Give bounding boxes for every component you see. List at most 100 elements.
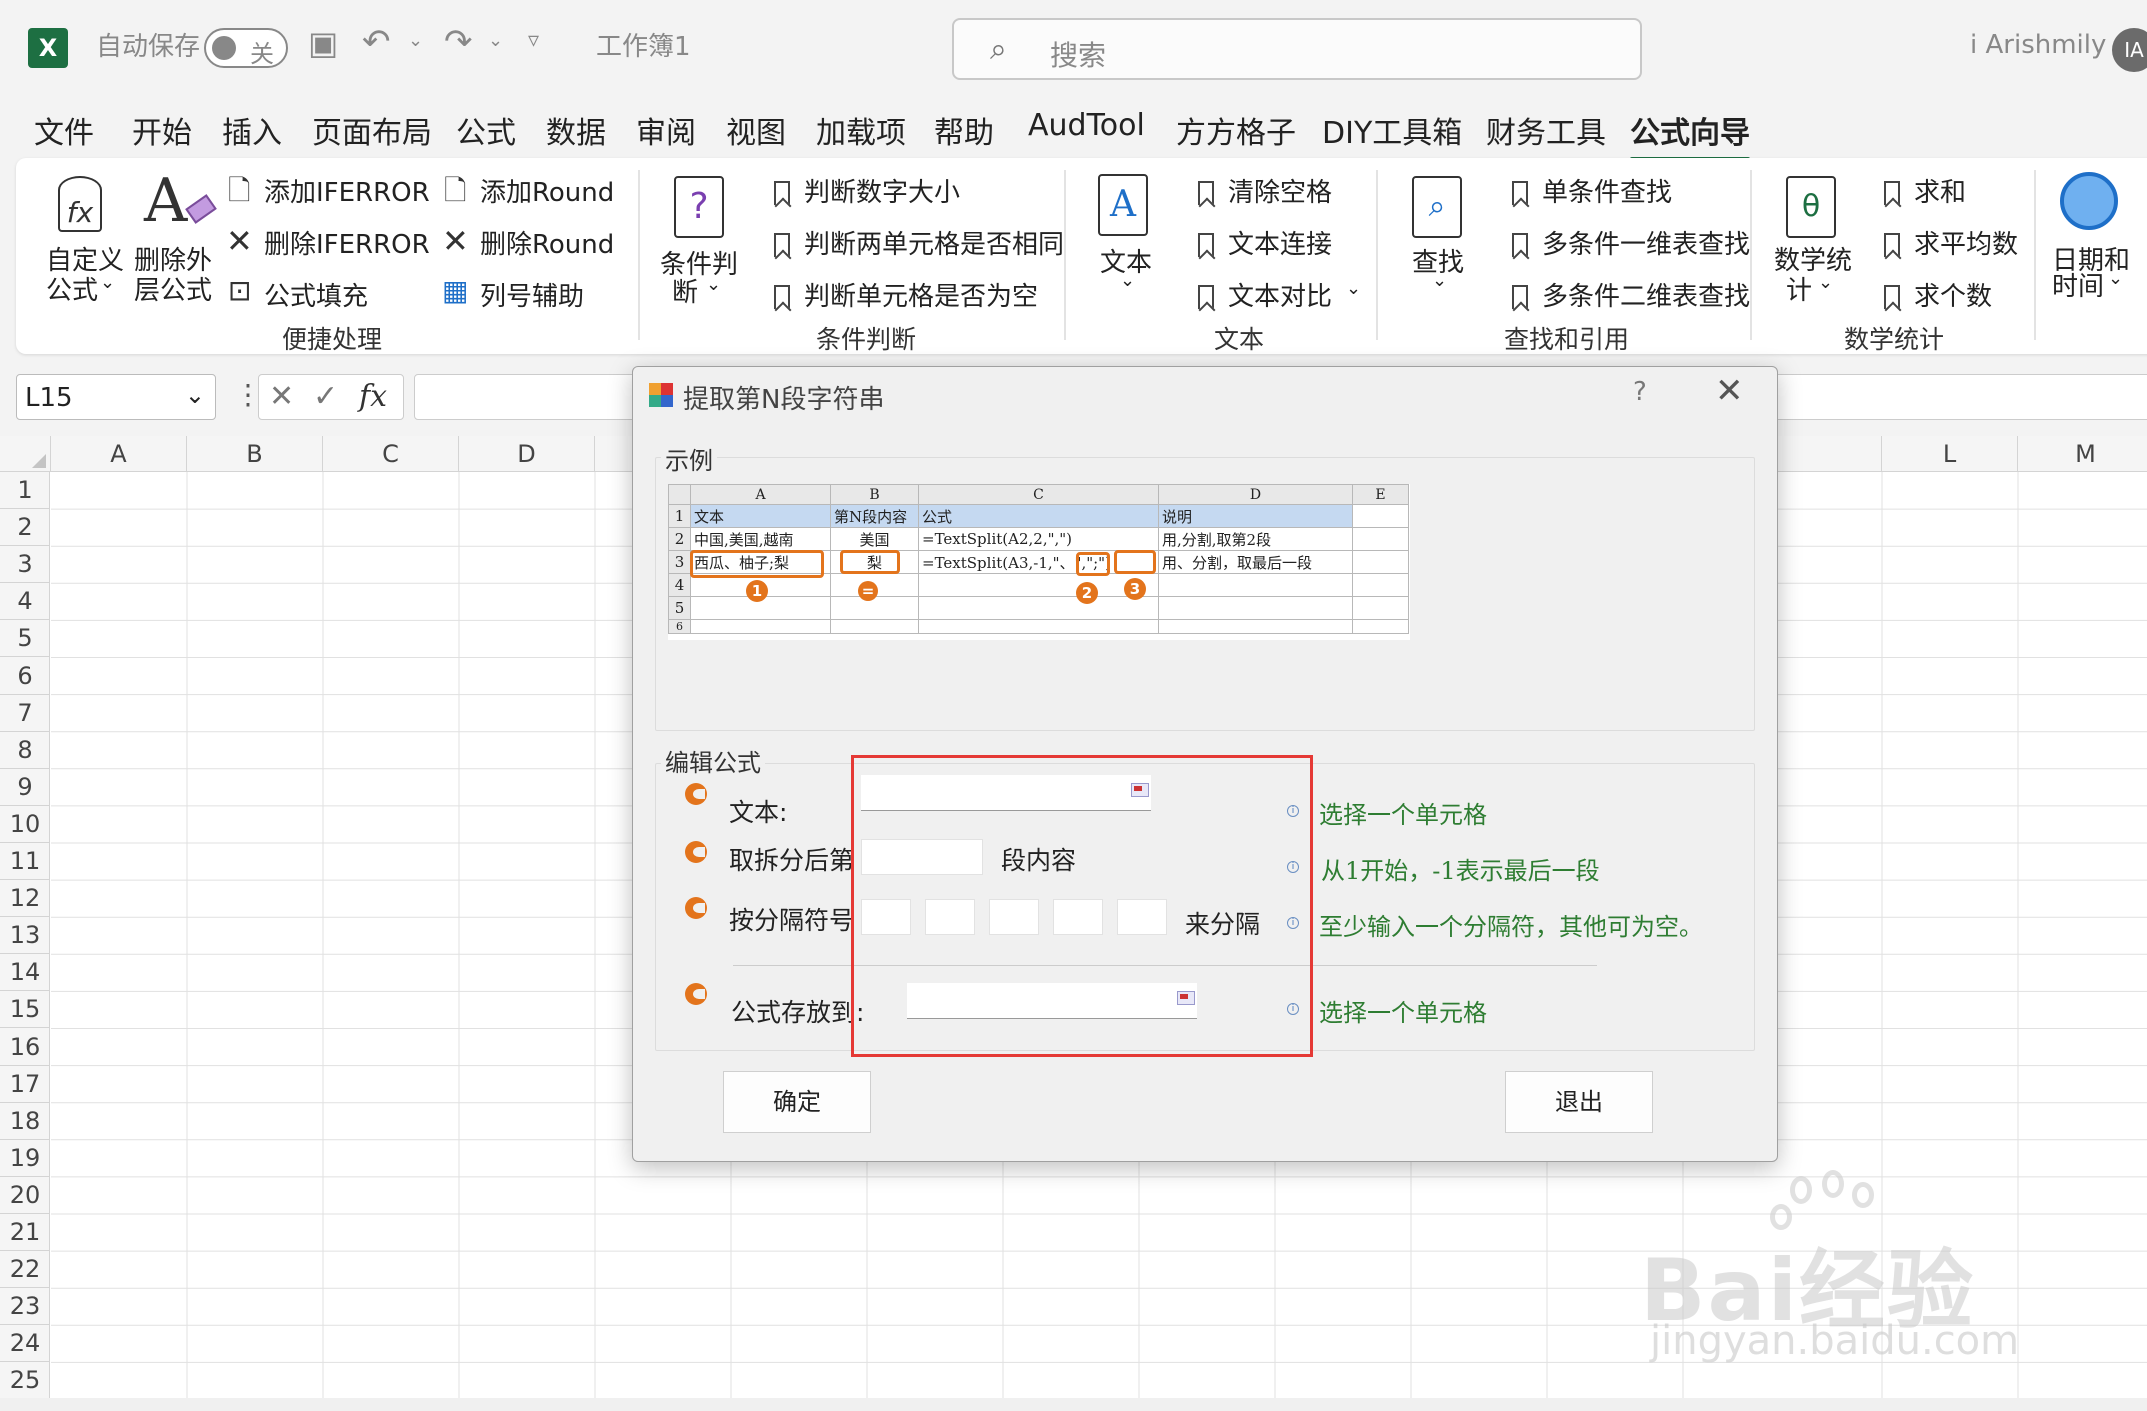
insert-function-icon[interactable]: fx [359,379,387,414]
column-header[interactable]: B [187,436,323,472]
row-header[interactable]: 21 [0,1214,50,1251]
row-header[interactable]: 18 [0,1103,50,1140]
row-header[interactable]: 17 [0,1066,50,1103]
column-header[interactable]: L [1882,436,2018,472]
tab-ffgz[interactable]: 方方格子 [1176,108,1296,152]
customize-toolbar-icon[interactable]: ▿ [528,28,539,53]
tab-help[interactable]: 帮助 [934,108,994,152]
column-header-partial[interactable] [1778,436,1882,472]
tab-insert[interactable]: 插入 [222,108,282,152]
condition-judge-dropdown-icon[interactable]: ⌄ [706,274,721,295]
row-header[interactable]: 1 [0,472,50,509]
row-header[interactable]: 4 [0,583,50,621]
cancel-icon[interactable]: ✕ [269,379,294,414]
row-header[interactable]: 8 [0,732,50,769]
exit-button[interactable]: 退出 [1505,1071,1653,1133]
delete-round-button[interactable]: 删除Round [480,224,614,261]
row-header[interactable]: 19 [0,1140,50,1177]
autosave-toggle[interactable]: 关 [204,28,288,68]
text-join-button[interactable]: 文本连接 [1198,224,1332,261]
tab-audtool[interactable]: AudTool [1028,108,1145,143]
custom-formula-icon[interactable]: fx [58,176,102,232]
row-header[interactable]: 2 [0,509,50,547]
judge-same-button[interactable]: 判断两单元格是否相同 [774,224,1064,261]
save-icon[interactable]: ▣ [308,24,338,62]
row-header[interactable]: 16 [0,1029,50,1066]
datetime-line2[interactable]: 时间 [2052,266,2104,303]
tab-addins[interactable]: 加载项 [816,108,906,152]
multi-2d-lookup-button[interactable]: 多条件二维表查找 [1512,276,1750,313]
column-header-partial[interactable] [595,436,635,472]
row-header[interactable]: 20 [0,1177,50,1214]
tab-diy-toolbox[interactable]: DIY工具箱 [1322,108,1462,152]
judge-number-button[interactable]: 判断数字大小 [774,172,960,209]
row-header[interactable]: 5 [0,620,50,658]
math-stats-icon[interactable]: θ [1786,176,1836,238]
datetime-dropdown-icon[interactable]: ⌄ [2108,268,2123,289]
row-header[interactable]: 15 [0,991,50,1029]
condition-judge-line2[interactable]: 断 [672,272,698,309]
text-icon[interactable]: A [1098,174,1148,236]
clear-space-button[interactable]: 清除空格 [1198,172,1332,209]
single-lookup-button[interactable]: 单条件查找 [1512,172,1672,209]
add-iferror-button[interactable]: 添加IFERROR [264,172,430,209]
judge-empty-button[interactable]: 判断单元格是否为空 [774,276,1038,313]
multi-1d-lookup-button[interactable]: 多条件一维表查找 [1512,224,1750,261]
name-box[interactable]: L15 ⌄ [16,374,216,420]
chevron-down-icon[interactable]: ⌄ [185,381,205,409]
lookup-icon[interactable]: ⌕ [1412,176,1462,238]
row-header[interactable]: 11 [0,843,50,880]
condition-judge-icon[interactable]: ? [674,176,724,238]
math-stats-dropdown-icon[interactable]: ⌄ [1818,272,1833,293]
column-header[interactable]: D [459,436,595,472]
undo-dropdown-icon[interactable]: ⌄ [408,30,423,51]
tab-home[interactable]: 开始 [132,108,192,152]
column-assist-button[interactable]: 列号辅助 [480,276,584,313]
remove-outer-line2[interactable]: 层公式 [134,270,212,307]
tab-formulas[interactable]: 公式 [456,108,516,152]
row-header[interactable]: 25 [0,1362,50,1400]
text-dropdown-icon[interactable]: ⌄ [1120,270,1135,291]
count-button[interactable]: 求个数 [1884,276,1992,313]
row-header[interactable]: 10 [0,806,50,843]
remove-outer-formula-icon[interactable]: A [144,166,187,236]
column-header[interactable]: A [51,436,187,472]
tab-page-layout[interactable]: 页面布局 [312,108,432,152]
redo-icon[interactable]: ↷ [444,22,473,62]
column-header[interactable]: M [2018,436,2147,472]
column-header[interactable]: C [323,436,459,472]
row-header[interactable]: 23 [0,1288,50,1326]
search-box[interactable]: ⌕ 搜索 [952,18,1642,80]
tab-view[interactable]: 视图 [726,108,786,152]
math-stats-line2[interactable]: 计 [1786,270,1812,307]
formula-fill-button[interactable]: 公式填充 [264,276,368,313]
custom-formula-dropdown-icon[interactable]: ⌄ [100,272,115,293]
tab-file[interactable]: 文件 [34,108,94,152]
lookup-dropdown-icon[interactable]: ⌄ [1432,270,1447,291]
delete-iferror-button[interactable]: 删除IFERROR [264,224,430,261]
help-icon[interactable]: ? [1633,377,1647,407]
row-header[interactable]: 24 [0,1325,50,1363]
row-header[interactable]: 22 [0,1251,50,1289]
row-header[interactable]: 14 [0,954,50,992]
add-round-button[interactable]: 添加Round [480,172,614,209]
tab-review[interactable]: 审阅 [636,108,696,152]
text-compare-dropdown-icon[interactable]: ⌄ [1346,278,1361,299]
text-compare-button[interactable]: 文本对比 [1198,276,1332,313]
undo-icon[interactable]: ↶ [362,22,391,62]
tab-finance-tools[interactable]: 财务工具 [1486,108,1606,152]
tab-formula-wizard[interactable]: 公式向导 [1630,108,1750,162]
row-header[interactable]: 6 [0,658,50,695]
custom-formula-line2[interactable]: 公式 [46,270,98,307]
row-header[interactable]: 3 [0,546,50,584]
ok-button[interactable]: 确定 [723,1071,871,1133]
redo-dropdown-icon[interactable]: ⌄ [488,30,503,51]
sum-button[interactable]: 求和 [1884,172,1966,209]
avatar[interactable]: IA [2112,28,2147,72]
confirm-icon[interactable]: ✓ [313,379,338,414]
tab-data[interactable]: 数据 [546,108,606,152]
close-icon[interactable]: ✕ [1715,371,1744,411]
average-button[interactable]: 求平均数 [1884,224,2018,261]
row-header[interactable]: 7 [0,695,50,732]
row-header[interactable]: 12 [0,880,50,918]
